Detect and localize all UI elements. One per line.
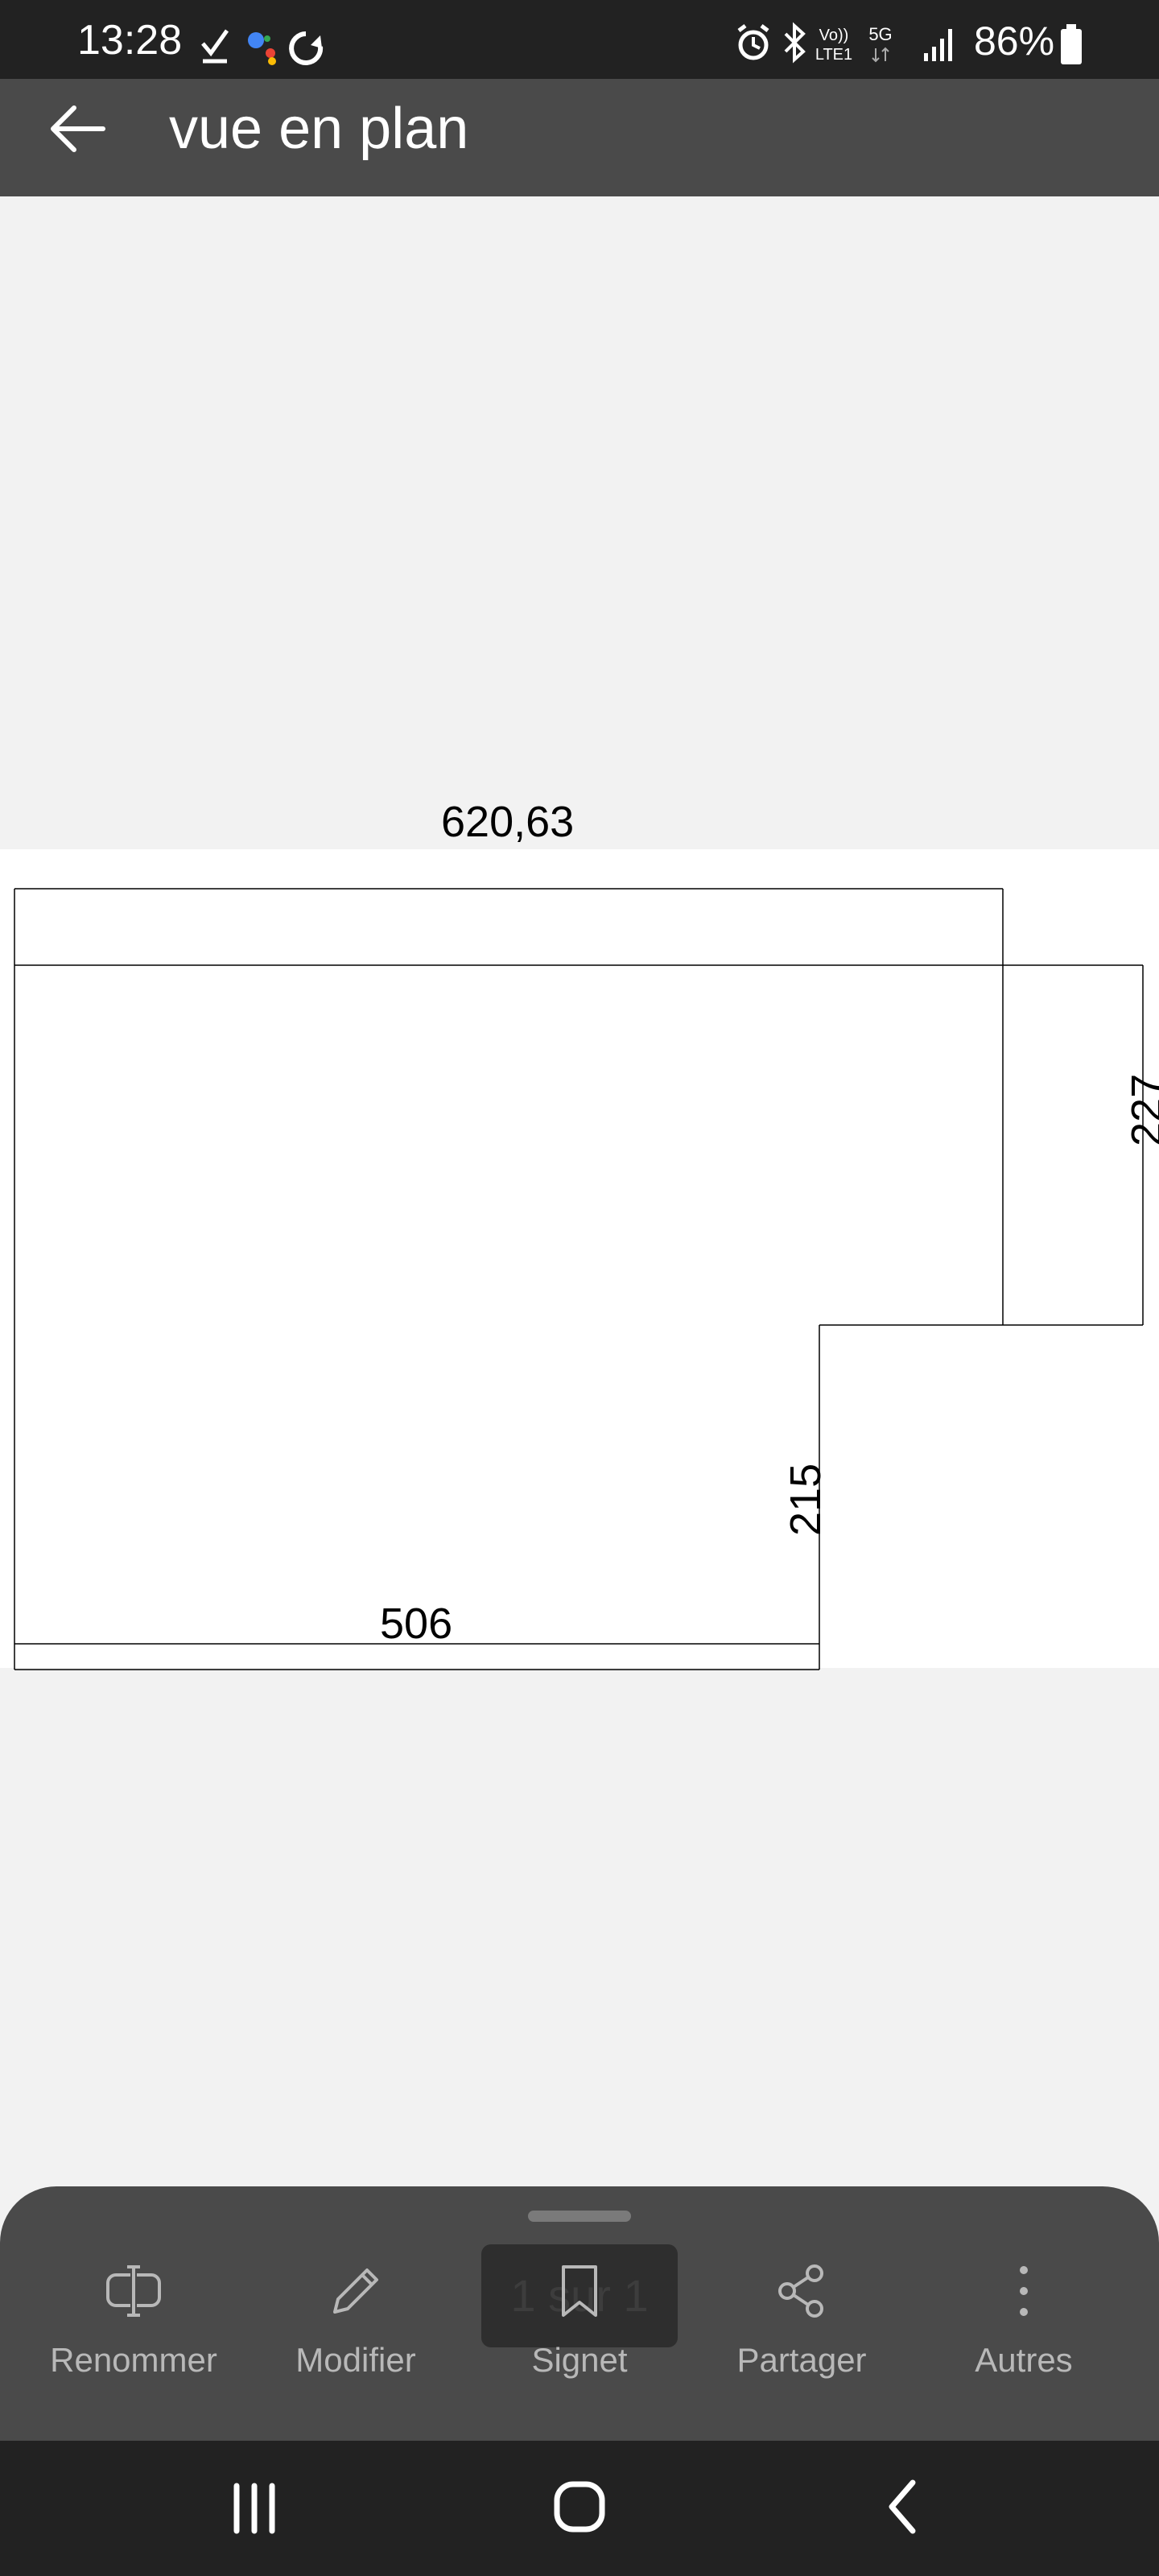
share-icon (778, 2264, 823, 2318)
home-icon[interactable] (531, 2468, 628, 2549)
navigation-bar (0, 2441, 1159, 2576)
back-icon[interactable] (856, 2468, 953, 2549)
dimension-bottom: 506 (380, 1600, 453, 1648)
recent-apps-icon[interactable] (206, 2468, 303, 2549)
bookmark-button[interactable]: Signet (475, 2259, 684, 2420)
dimension-right: 227 (1123, 1073, 1159, 1146)
dimension-top: 620,63 (441, 798, 575, 846)
share-button[interactable]: Partager (697, 2259, 906, 2420)
dimension-middle: 215 (782, 1463, 830, 1536)
bookmark-label: Signet (531, 2341, 628, 2379)
rename-icon (106, 2265, 161, 2317)
pencil-icon (333, 2268, 378, 2314)
bottom-action-sheet: 1 sur 1 Renommer Modifier Signet Partage… (0, 2186, 1159, 2441)
more-vertical-icon (1020, 2266, 1028, 2316)
more-button[interactable]: Autres (919, 2259, 1128, 2420)
sheet-drag-handle[interactable] (528, 2211, 631, 2222)
rename-button[interactable]: Renommer (29, 2259, 238, 2420)
rename-label: Renommer (50, 2341, 217, 2379)
more-label: Autres (975, 2341, 1073, 2379)
bookmark-icon (562, 2265, 597, 2317)
modify-label: Modifier (295, 2341, 416, 2379)
modify-button[interactable]: Modifier (251, 2259, 460, 2420)
share-label: Partager (736, 2341, 867, 2379)
